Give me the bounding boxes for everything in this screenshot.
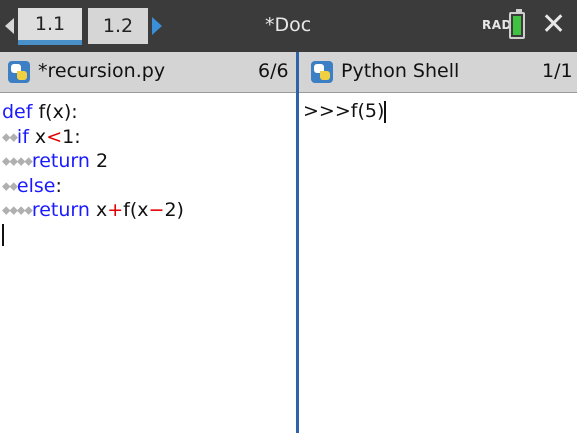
tab-1-1[interactable]: 1.1 — [18, 8, 82, 45]
editor-header: *recursion.py 6/6 — [0, 52, 296, 93]
code-token: if — [16, 125, 29, 148]
angle-mode-indicator: RAD — [482, 18, 512, 32]
indent-marker: ◆◆ — [2, 178, 18, 192]
python-shell-pane[interactable]: Python Shell 1/1 >>>f(5) — [299, 52, 577, 433]
code-token: x — [28, 125, 47, 148]
code-token: − — [148, 199, 165, 221]
editor-page-indicator: 6/6 — [258, 60, 289, 82]
code-token: f(x — [123, 199, 149, 221]
python-icon — [8, 61, 30, 83]
python-icon — [311, 61, 333, 83]
code-token: else — [16, 174, 56, 197]
previous-page-arrow-icon[interactable] — [5, 18, 14, 34]
editor-file-name: *recursion.py — [38, 60, 166, 82]
code-token: + — [107, 199, 124, 221]
indent-marker: ◆◆ — [2, 129, 18, 143]
next-page-arrow-icon[interactable] — [152, 17, 162, 35]
code-token: x — [89, 199, 108, 221]
code-token: f(x): — [32, 101, 78, 123]
tab-1-2[interactable]: 1.2 — [88, 8, 148, 44]
code-line[interactable]: ◆◆◆◆return 2 — [2, 149, 184, 174]
shell-title: Python Shell — [341, 60, 460, 82]
code-token: : — [55, 174, 62, 197]
text-cursor — [384, 100, 387, 123]
code-line[interactable]: ◆◆if x<1: — [2, 125, 184, 150]
top-bar: 1.1 1.2 *Doc RAD ✕ — [0, 0, 577, 52]
close-icon[interactable]: ✕ — [541, 7, 566, 43]
code-token: return — [31, 150, 90, 172]
code-editor[interactable]: def f(x): ◆◆if x<1: ◆◆◆◆return 2 ◆◆else: ◆◆◆… — [2, 100, 184, 247]
shell-prompt: >>> — [303, 100, 351, 122]
tab-label: 1.1 — [34, 13, 66, 35]
code-token: def — [2, 101, 33, 123]
document-title: *Doc — [265, 14, 312, 36]
shell-page-indicator: 1/1 — [542, 60, 573, 82]
indent-marker: ◆◆◆◆ — [2, 154, 33, 168]
code-token: 2 — [89, 150, 109, 172]
code-line[interactable]: ◆◆◆◆return x+f(x−2) — [2, 198, 184, 223]
battery-icon — [509, 9, 525, 39]
tab-label: 1.2 — [102, 15, 134, 37]
text-cursor — [2, 224, 4, 246]
code-token: 2) — [164, 199, 184, 221]
python-editor-pane[interactable]: *recursion.py 6/6 def f(x): ◆◆if x<1: ◆◆◆◆… — [0, 52, 296, 433]
code-token: < — [46, 125, 63, 148]
code-token: return — [31, 199, 90, 221]
code-line[interactable]: ◆◆else: — [2, 174, 184, 199]
shell-header: Python Shell 1/1 — [299, 52, 577, 93]
shell-input-text: f(5) — [350, 100, 385, 122]
shell-input-line[interactable]: >>>f(5) — [303, 100, 387, 123]
code-line-empty[interactable] — [2, 223, 184, 248]
code-token: 1: — [62, 125, 81, 148]
code-line[interactable]: def f(x): — [2, 100, 184, 125]
indent-marker: ◆◆◆◆ — [2, 203, 33, 217]
